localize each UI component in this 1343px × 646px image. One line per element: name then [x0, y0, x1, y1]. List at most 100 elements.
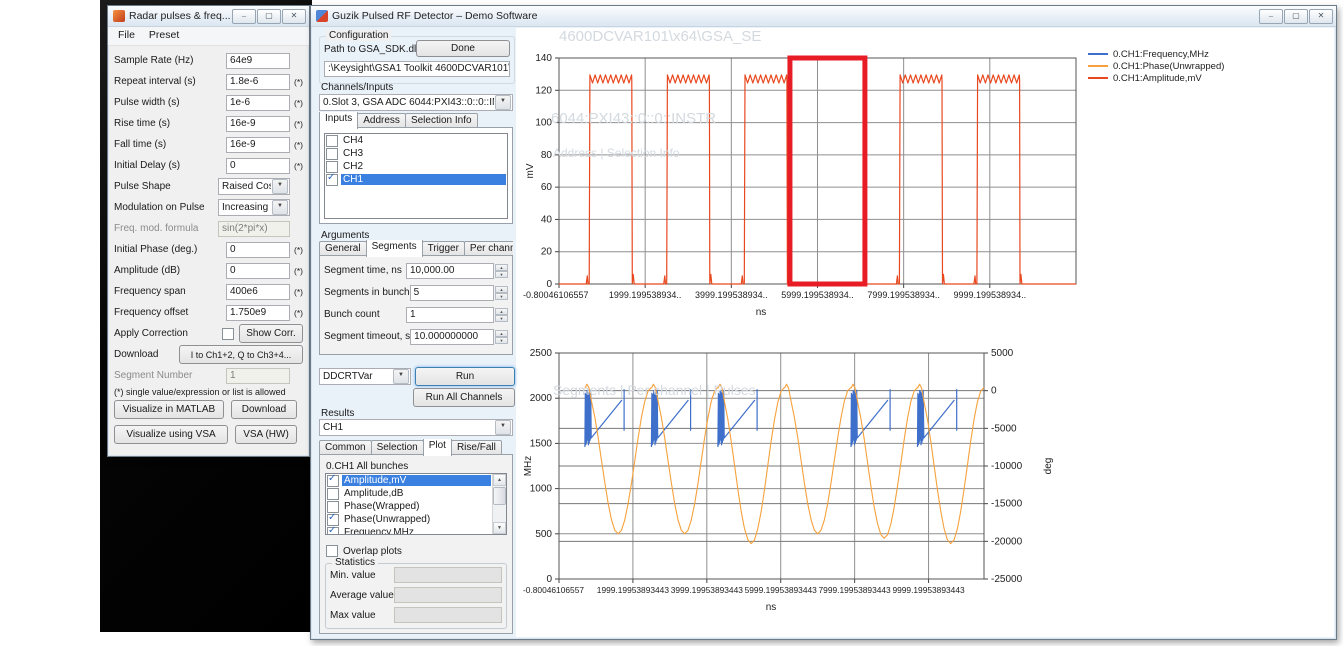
- plot-item-phase-unwrapped[interactable]: Phase(Unwrapped): [326, 513, 492, 526]
- arg-input-segment-timeout-s[interactable]: 10.000000000: [410, 329, 494, 345]
- channel-item-label-ch4: CH4: [341, 135, 365, 146]
- done-button[interactable]: Done: [416, 40, 510, 57]
- tab-plot[interactable]: Plot: [423, 439, 452, 456]
- phase-trace: [784, 384, 851, 534]
- sdk-path-field[interactable]: :\Keysight\GSA1 Toolkit 4600DCVAR101\x64…: [324, 61, 510, 77]
- field-select-pulse-shape[interactable]: Raised Cosi...: [218, 178, 290, 195]
- plot-item-checkbox-amplitude-mv[interactable]: [327, 475, 339, 487]
- scrollbar-thumb[interactable]: [493, 487, 506, 505]
- stat-field-max-value[interactable]: [394, 607, 502, 623]
- spin-down-icon[interactable]: ▼: [495, 315, 508, 322]
- chevron-down-icon[interactable]: [495, 95, 511, 110]
- field-input-fall-time-s[interactable]: 16e-9: [226, 137, 290, 153]
- plot-item-checkbox-frequency-mhz[interactable]: [327, 527, 339, 535]
- field-input-initial-phase-deg[interactable]: 0: [226, 242, 290, 258]
- tab-segments[interactable]: Segments: [366, 240, 423, 257]
- menu-file[interactable]: File: [112, 28, 141, 44]
- channel-item-ch1[interactable]: CH1: [325, 173, 507, 186]
- main-minimize-button[interactable]: [1259, 9, 1283, 24]
- field-input-frequency-span[interactable]: 400e6: [226, 284, 290, 300]
- channel-item-checkbox-ch1[interactable]: [326, 174, 338, 186]
- apply-correction-checkbox[interactable]: [222, 328, 234, 340]
- channel-item-label-ch3: CH3: [341, 148, 365, 159]
- stat-label-max-value: Max value: [330, 610, 394, 621]
- minimize-button[interactable]: [232, 9, 256, 24]
- results-channel-select[interactable]: CH1: [319, 419, 513, 436]
- suffix: (*): [290, 287, 303, 297]
- spin-up-icon[interactable]: ▲: [495, 330, 508, 337]
- arg-input-bunch-count[interactable]: 1: [406, 307, 494, 323]
- spinner-bunch-count[interactable]: ▲▼: [495, 308, 508, 322]
- main-titlebar[interactable]: Guzik Pulsed RF Detector – Demo Software: [311, 6, 1336, 27]
- top-chart[interactable]: 020406080100120140-0.800461065571999.199…: [521, 33, 1086, 325]
- frequency-trace: [651, 390, 688, 447]
- vsa-hw-button[interactable]: VSA (HW): [235, 425, 297, 444]
- main-close-button[interactable]: [1309, 9, 1333, 24]
- spinner-segment-time-ns[interactable]: ▲▼: [495, 264, 508, 278]
- plot-item-amplitude-mv[interactable]: Amplitude,mV: [326, 474, 492, 487]
- field-input-rise-time-s[interactable]: 16e-9: [226, 116, 290, 132]
- plot-item-amplitude-db[interactable]: Amplitude,dB: [326, 487, 492, 500]
- radar-dialog-titlebar[interactable]: Radar pulses & freq...: [108, 6, 309, 27]
- stat-field-min-value[interactable]: [394, 567, 502, 583]
- spin-down-icon[interactable]: ▼: [495, 293, 508, 300]
- field-input-repeat-interval-s[interactable]: 1.8e-6: [226, 74, 290, 90]
- chevron-down-icon[interactable]: [272, 179, 288, 194]
- visualize-matlab-button[interactable]: Visualize in MATLAB: [114, 400, 224, 419]
- bottom-chart[interactable]: 0500100015002000250050000-5000-10000-150…: [521, 341, 1121, 629]
- field-input-freq-mod-formula[interactable]: sin(2*pi*x): [218, 221, 290, 237]
- spin-up-icon[interactable]: ▲: [495, 308, 508, 315]
- tab-inputs[interactable]: Inputs: [319, 112, 358, 129]
- spin-down-icon[interactable]: ▼: [495, 271, 508, 278]
- menu-preset[interactable]: Preset: [143, 28, 185, 44]
- channel-item-checkbox-ch3[interactable]: [326, 148, 338, 160]
- field-input-amplitude-db[interactable]: 0: [226, 263, 290, 279]
- legend-label: 0.CH1:Amplitude,mV: [1113, 73, 1202, 84]
- plot-item-frequency-mhz[interactable]: Frequency,MHz: [326, 526, 492, 534]
- field-input-sample-rate-hz[interactable]: 64e9: [226, 53, 290, 69]
- arg-label-bunch-count: Bunch count: [324, 309, 406, 320]
- close-button[interactable]: [282, 9, 306, 24]
- engine-select[interactable]: DDCRTVar: [319, 368, 411, 385]
- download-button[interactable]: Download: [231, 400, 297, 419]
- field-input-initial-delay-s[interactable]: 0: [226, 158, 290, 174]
- scroll-up-icon[interactable]: ▲: [493, 474, 506, 486]
- field-select-modulation-on-pulse[interactable]: Increasing: [218, 199, 290, 216]
- overlap-plots-checkbox[interactable]: [326, 545, 338, 557]
- channel-item-ch3[interactable]: CH3: [325, 147, 507, 160]
- channel-item-ch2[interactable]: CH2: [325, 160, 507, 173]
- arg-input-segments-in-bunch[interactable]: 5: [410, 285, 494, 301]
- maximize-button[interactable]: [257, 9, 281, 24]
- channel-item-checkbox-ch4[interactable]: [326, 135, 338, 147]
- field-input-pulse-width-s[interactable]: 1e-6: [226, 95, 290, 111]
- plot-items-scrollbar[interactable]: ▲ ▼: [492, 474, 506, 534]
- bunches-label: 0.CH1 All bunches: [326, 461, 408, 472]
- show-corr-button[interactable]: Show Corr.: [239, 324, 303, 343]
- scroll-down-icon[interactable]: ▼: [493, 522, 506, 534]
- spin-down-icon[interactable]: ▼: [495, 337, 508, 344]
- spin-up-icon[interactable]: ▲: [495, 286, 508, 293]
- field-input-frequency-offset[interactable]: 1.750e9: [226, 305, 290, 321]
- download-row: Download I to Ch1+2, Q to Ch3+4...: [114, 345, 303, 364]
- spin-up-icon[interactable]: ▲: [495, 264, 508, 271]
- plot-item-phase-wrapped[interactable]: Phase(Wrapped): [326, 500, 492, 513]
- arg-input-segment-time-ns[interactable]: 10,000.00: [406, 263, 494, 279]
- spinner-segments-in-bunch[interactable]: ▲▼: [495, 286, 508, 300]
- download-routing-button[interactable]: I to Ch1+2, Q to Ch3+4...: [179, 345, 303, 364]
- run-all-channels-button[interactable]: Run All Channels: [413, 388, 515, 407]
- chevron-down-icon[interactable]: [272, 200, 288, 215]
- device-select[interactable]: 0.Slot 3, GSA ADC 6044:PXI43::0::0::INST…: [319, 94, 513, 111]
- visualize-vsa-button[interactable]: Visualize using VSA: [114, 425, 228, 444]
- chevron-down-icon[interactable]: [495, 420, 511, 435]
- main-title: Guzik Pulsed RF Detector – Demo Software: [332, 10, 1259, 22]
- statistics-group: Statistics Min. valueAverage valueMax va…: [325, 563, 507, 629]
- main-maximize-button[interactable]: [1284, 9, 1308, 24]
- channel-item-ch4[interactable]: CH4: [325, 134, 507, 147]
- chevron-down-icon[interactable]: [393, 369, 409, 384]
- run-button[interactable]: Run: [415, 367, 515, 386]
- field-row-pulse-shape: Pulse ShapeRaised Cosi...: [114, 177, 303, 196]
- plot-item-checkbox-amplitude-db[interactable]: [327, 488, 339, 500]
- segment-number-field[interactable]: 1: [226, 368, 290, 384]
- stat-field-average-value[interactable]: [394, 587, 502, 603]
- spinner-segment-timeout-s[interactable]: ▲▼: [495, 330, 508, 344]
